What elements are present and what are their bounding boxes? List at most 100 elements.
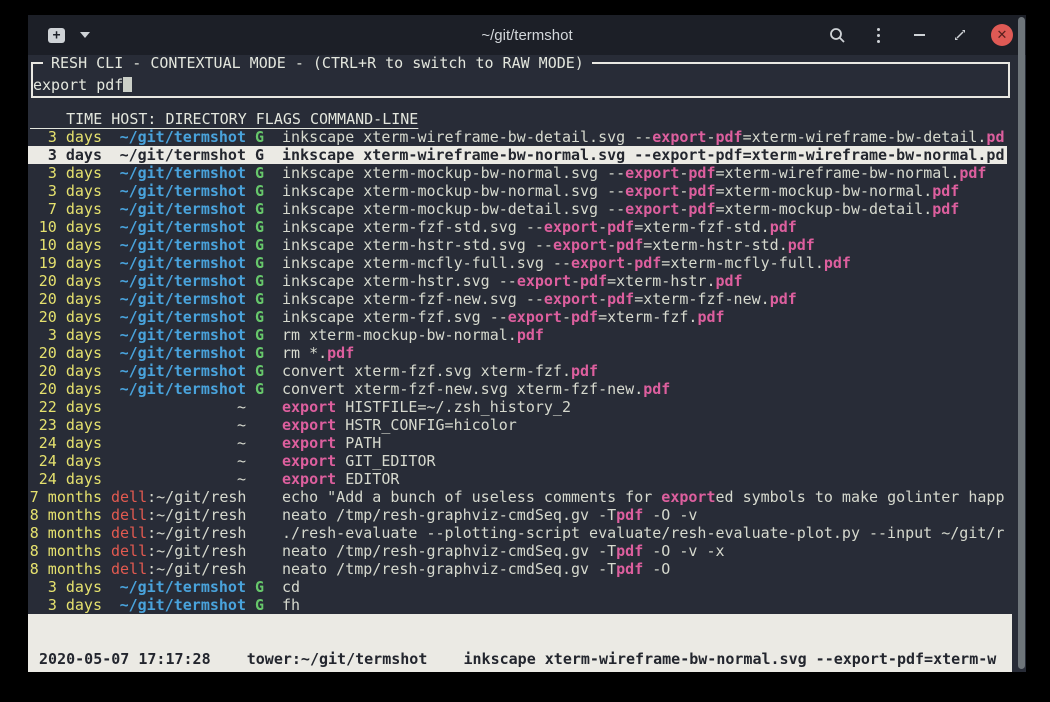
history-row[interactable]: 20 days~/git/termshotGconvert xterm-fzf.… <box>28 362 1007 380</box>
command-match-text: pdf <box>616 560 643 578</box>
row-flag: G <box>255 218 264 236</box>
command-text: - <box>571 272 580 290</box>
history-row[interactable]: 3 days~/git/termshotGinkscape xterm-wire… <box>28 128 1007 146</box>
row-flag <box>255 560 264 578</box>
command-match-text: pdf <box>643 380 670 398</box>
history-row[interactable]: 20 days~/git/termshotGinkscape xterm-fzf… <box>28 308 1007 326</box>
history-row[interactable]: 22 days~export HISTFILE=~/.zsh_history_2 <box>28 398 1007 416</box>
close-button[interactable]: ✕ <box>991 24 1013 46</box>
history-row[interactable]: 10 days~/git/termshotGinkscape xterm-fzf… <box>28 218 1007 236</box>
history-row[interactable]: 20 days~/git/termshotGinkscape xterm-hst… <box>28 272 1007 290</box>
row-host-directory: ~/git/termshot <box>111 236 246 254</box>
titlebar: + ~/git/termshot ✕ <box>28 15 1026 55</box>
row-command: export EDITOR <box>282 470 1007 488</box>
history-row[interactable]: 3 days~/git/termshotGcd <box>28 578 1007 596</box>
command-text: inkscape xterm-mcfly-full.svg -- <box>282 254 571 272</box>
history-row[interactable]: 24 days~export PATH <box>28 434 1007 452</box>
row-flag <box>255 470 264 488</box>
row-directory: :~/git/resh <box>147 488 246 506</box>
row-time: 20 days <box>28 272 102 290</box>
text-cursor <box>123 77 132 92</box>
row-host-directory: dell:~/git/resh <box>111 488 246 506</box>
search-box[interactable]: RESH CLI - CONTEXTUAL MODE - (CTRL+R to … <box>31 62 1010 98</box>
history-row[interactable]: 7 days~/git/termshotGinkscape xterm-mock… <box>28 200 1007 218</box>
command-text: inkscape xterm-hstr-std.svg -- <box>282 236 553 254</box>
command-match-text: pdf <box>607 290 634 308</box>
row-host-directory: ~ <box>111 398 246 416</box>
row-flag: G <box>255 362 264 380</box>
history-row[interactable]: 3 days~/git/termshotGinkscape xterm-mock… <box>28 164 1007 182</box>
search-icon[interactable] <box>827 24 847 46</box>
command-match-text: pdf <box>959 164 986 182</box>
row-directory: :~/git/resh <box>147 524 246 542</box>
command-match-text: pdf <box>616 542 643 560</box>
history-row[interactable]: 3 days~/git/termshotGrm xterm-mockup-bw-… <box>28 326 1007 344</box>
row-directory: ~/git/termshot <box>120 380 246 398</box>
history-row[interactable]: 23 days~export HSTR_CONFIG=hicolor <box>28 416 1007 434</box>
history-row[interactable]: 20 days~/git/termshotGrm *.pdf <box>28 344 1007 362</box>
history-row[interactable]: 20 days~/git/termshotGinkscape xterm-fzf… <box>28 290 1007 308</box>
row-command: convert xterm-fzf-new.svg xterm-fzf-new.… <box>282 380 1007 398</box>
scrollbar[interactable] <box>1018 17 1025 669</box>
command-text: HSTR_CONFIG=hicolor <box>336 416 517 434</box>
row-host-directory: dell:~/git/resh <box>111 524 246 542</box>
command-text: inkscape xterm-fzf.svg -- <box>282 308 508 326</box>
history-row[interactable]: 24 days~export GIT_EDITOR <box>28 452 1007 470</box>
new-tab-icon[interactable]: + <box>48 28 65 43</box>
command-match-text: pdf <box>607 218 634 236</box>
row-command: inkscape xterm-fzf.svg --export-pdf=xter… <box>282 308 1007 326</box>
menu-kebab-icon[interactable] <box>868 24 888 46</box>
row-time: 24 days <box>28 470 102 488</box>
command-match-text: pdf <box>932 200 959 218</box>
row-command: rm xterm-mockup-bw-normal.pdf <box>282 326 1007 344</box>
command-text: -O -v <box>643 506 697 524</box>
command-match-text: pdf <box>517 326 544 344</box>
command-match-text: pdf <box>788 236 815 254</box>
history-row[interactable]: 20 days~/git/termshotGconvert xterm-fzf-… <box>28 380 1007 398</box>
table-header: TIME HOST: DIRECTORY FLAGS COMMAND-LINE <box>28 110 1026 128</box>
history-row[interactable]: 8 monthsdell:~/git/reshneato /tmp/resh-g… <box>28 560 1007 578</box>
minimize-button[interactable] <box>909 24 929 46</box>
row-host-directory: ~/git/termshot <box>111 578 246 596</box>
command-match-text: export <box>282 434 336 452</box>
history-row[interactable]: 10 days~/git/termshotGinkscape xterm-hst… <box>28 236 1007 254</box>
command-text: =xterm-mockup-bw-detail. <box>715 200 932 218</box>
row-host-directory: ~ <box>111 434 246 452</box>
history-row[interactable]: 3 days~/git/termshotGinkscape xterm-mock… <box>28 182 1007 200</box>
row-command: cd <box>282 578 1007 596</box>
row-command: echo "Add a bunch of useless comments fo… <box>282 488 1007 506</box>
row-host-directory: ~/git/termshot <box>111 380 246 398</box>
command-match-text: export <box>625 200 679 218</box>
command-text: =xterm-hstr. <box>607 272 715 290</box>
history-row[interactable]: 19 days~/git/termshotGinkscape xterm-mcf… <box>28 254 1007 272</box>
row-directory: ~ <box>237 398 246 416</box>
history-row-selected[interactable]: 3 days~/git/termshotGinkscape xterm-wire… <box>28 146 1007 164</box>
history-row[interactable]: 8 monthsdell:~/git/resh./resh-evaluate -… <box>28 524 1007 542</box>
command-text: =xterm-fzf. <box>598 308 697 326</box>
row-host-directory: ~/git/termshot <box>111 254 246 272</box>
history-row[interactable]: 7 monthsdell:~/git/reshecho "Add a bunch… <box>28 488 1007 506</box>
search-input[interactable]: export pdf <box>33 76 132 94</box>
command-text: rm *. <box>282 344 327 362</box>
row-directory: ~/git/termshot <box>120 578 246 596</box>
row-host-directory: ~/git/termshot <box>111 326 246 344</box>
row-time: 3 days <box>28 164 102 182</box>
row-time: 10 days <box>28 236 102 254</box>
row-time: 20 days <box>28 308 102 326</box>
history-table-body: 3 days~/git/termshotGinkscape xterm-wire… <box>28 128 1026 614</box>
command-text: =xterm-wireframe-bw-normal. <box>743 146 987 164</box>
row-command: rm *.pdf <box>282 344 1007 362</box>
command-text: -O <box>643 560 670 578</box>
row-host-directory: ~/git/termshot <box>111 218 246 236</box>
history-row[interactable]: 8 monthsdell:~/git/reshneato /tmp/resh-g… <box>28 542 1007 560</box>
history-row[interactable]: 8 monthsdell:~/git/reshneato /tmp/resh-g… <box>28 506 1007 524</box>
row-flag <box>255 452 264 470</box>
row-host-directory: ~ <box>111 416 246 434</box>
command-text: inkscape xterm-mockup-bw-normal.svg -- <box>282 182 625 200</box>
maximize-button[interactable] <box>950 24 970 46</box>
command-match-text: export <box>544 218 598 236</box>
history-row[interactable]: 3 days~/git/termshotGfh <box>28 596 1007 614</box>
chevron-down-icon[interactable] <box>80 32 90 38</box>
row-time: 3 days <box>28 326 102 344</box>
history-row[interactable]: 24 days~export EDITOR <box>28 470 1007 488</box>
